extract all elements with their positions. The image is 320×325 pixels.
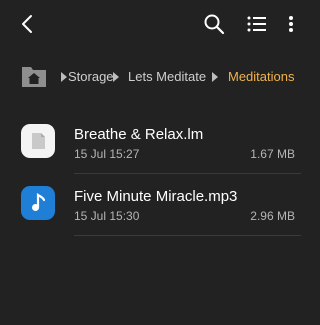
file-row[interactable]: Breathe & Relax.lm 15 Jul 15:27 1.67 MB (0, 114, 320, 174)
file-row[interactable]: Five Minute Miracle.mp3 15 Jul 15:30 2.9… (0, 176, 320, 236)
file-name: Breathe & Relax.lm (74, 126, 204, 143)
breadcrumb-separator-icon (113, 72, 119, 82)
breadcrumb-separator-icon (212, 72, 218, 82)
file-name: Five Minute Miracle.mp3 (74, 188, 238, 205)
file-size: 1.67 MB (250, 147, 295, 161)
list-view-icon[interactable] (245, 12, 269, 36)
home-folder-icon[interactable] (21, 64, 47, 88)
document-icon (21, 124, 55, 158)
more-vertical-icon[interactable] (282, 12, 300, 36)
breadcrumb-item-lets-meditate[interactable]: Lets Meditate (128, 69, 206, 84)
divider (74, 235, 301, 236)
file-date: 15 Jul 15:30 (74, 209, 140, 223)
breadcrumb-separator-icon (61, 72, 67, 82)
breadcrumb-item-storage[interactable]: Storage (68, 69, 114, 84)
breadcrumb-item-meditations[interactable]: Meditations (228, 69, 294, 84)
search-icon[interactable] (202, 12, 226, 36)
breadcrumb: Storage Lets Meditate Meditations (0, 60, 320, 92)
divider (74, 173, 301, 174)
file-date: 15 Jul 15:27 (74, 147, 140, 161)
file-size: 2.96 MB (250, 209, 295, 223)
top-app-bar (0, 0, 320, 48)
back-arrow-icon[interactable] (16, 12, 40, 36)
music-note-icon (21, 186, 55, 220)
